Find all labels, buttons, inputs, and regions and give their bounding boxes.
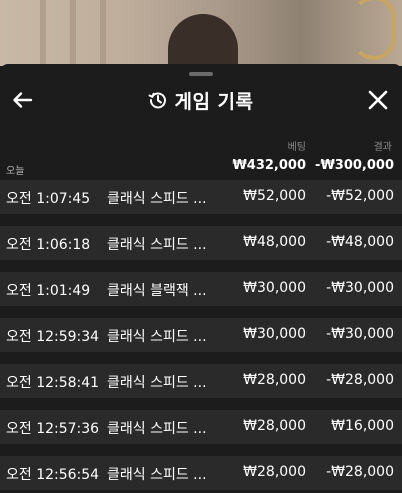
total-result: -₩300,000 <box>315 158 394 173</box>
day-label: 오늘 <box>6 166 25 177</box>
close-button[interactable] <box>364 84 392 116</box>
row-time: 오전 1:01:49 <box>6 283 91 299</box>
row-time: 오전 1:06:18 <box>6 237 91 253</box>
row-result: ₩16,000 <box>331 418 394 434</box>
background-video-frame <box>0 0 402 66</box>
row-result: -₩28,000 <box>326 372 394 388</box>
column-header-result: 결과 <box>373 142 392 153</box>
row-time: 오전 12:57:36 <box>6 421 100 437</box>
history-list: 오전 1:07:45 클래식 스피드 ... ₩52,000 -₩52,000 … <box>0 180 402 493</box>
row-time: 오전 1:07:45 <box>6 191 91 207</box>
history-row[interactable]: 오전 12:58:41 클래식 스피드 ... ₩28,000 -₩28,000 <box>0 364 402 398</box>
row-game: 클래식 블랙잭 ... <box>107 283 207 299</box>
history-row[interactable]: 오전 1:06:18 클래식 스피드 ... ₩48,000 -₩48,000 <box>0 226 402 260</box>
history-icon <box>148 92 167 109</box>
title-group: 게임 기록 <box>0 80 402 120</box>
curtain-fold <box>70 0 76 66</box>
row-time: 오전 12:59:34 <box>6 329 100 345</box>
curtain-fold <box>100 0 106 66</box>
row-result: -₩30,000 <box>326 326 394 342</box>
back-button[interactable] <box>10 84 38 116</box>
history-row[interactable]: 오전 1:07:45 클래식 스피드 ... ₩52,000 -₩52,000 <box>0 180 402 214</box>
history-row[interactable]: 오전 1:01:49 클래식 블랙잭 ... ₩30,000 -₩30,000 <box>0 272 402 306</box>
page-title: 게임 기록 <box>174 90 254 113</box>
close-icon <box>368 90 388 110</box>
row-game: 클래식 스피드 ... <box>107 329 207 345</box>
dealer-head <box>168 14 238 66</box>
decor-lamp <box>352 0 396 60</box>
row-game: 클래식 스피드 ... <box>107 467 207 483</box>
row-game: 클래식 스피드 ... <box>107 237 207 253</box>
curtain-fold <box>40 0 46 66</box>
arrow-left-icon <box>13 92 33 108</box>
row-time: 오전 12:58:41 <box>6 375 100 391</box>
row-result: -₩52,000 <box>326 188 394 204</box>
row-bet: ₩52,000 <box>243 188 306 204</box>
row-game: 클래식 스피드 ... <box>107 375 207 391</box>
column-header-bet: 베팅 <box>287 142 306 153</box>
history-row[interactable]: 오전 12:59:34 클래식 스피드 ... ₩30,000 -₩30,000 <box>0 318 402 352</box>
row-result: -₩30,000 <box>326 280 394 296</box>
row-bet: ₩48,000 <box>243 234 306 250</box>
row-bet: ₩28,000 <box>243 418 306 434</box>
sheet-header: 게임 기록 <box>0 80 402 120</box>
row-time: 오전 12:56:54 <box>6 467 100 483</box>
sheet-drag-handle[interactable] <box>189 72 213 76</box>
row-bet: ₩30,000 <box>243 326 306 342</box>
row-game: 클래식 스피드 ... <box>107 191 207 207</box>
history-row[interactable]: 오전 12:56:54 클래식 스피드 ... ₩28,000 -₩28,000 <box>0 456 402 490</box>
row-bet: ₩28,000 <box>243 372 306 388</box>
game-history-sheet: 게임 기록 베팅 결과 오늘 ₩432,000 -₩300,000 오전 1:0… <box>0 64 402 493</box>
total-bet: ₩432,000 <box>232 158 306 173</box>
row-result: -₩28,000 <box>326 464 394 480</box>
row-bet: ₩28,000 <box>243 464 306 480</box>
row-game: 클래식 스피드 ... <box>107 421 207 437</box>
summary-row: 오늘 ₩432,000 -₩300,000 <box>0 158 402 178</box>
row-result: -₩48,000 <box>326 234 394 250</box>
history-row[interactable]: 오전 12:57:36 클래식 스피드 ... ₩28,000 ₩16,000 <box>0 410 402 444</box>
row-bet: ₩30,000 <box>243 280 306 296</box>
